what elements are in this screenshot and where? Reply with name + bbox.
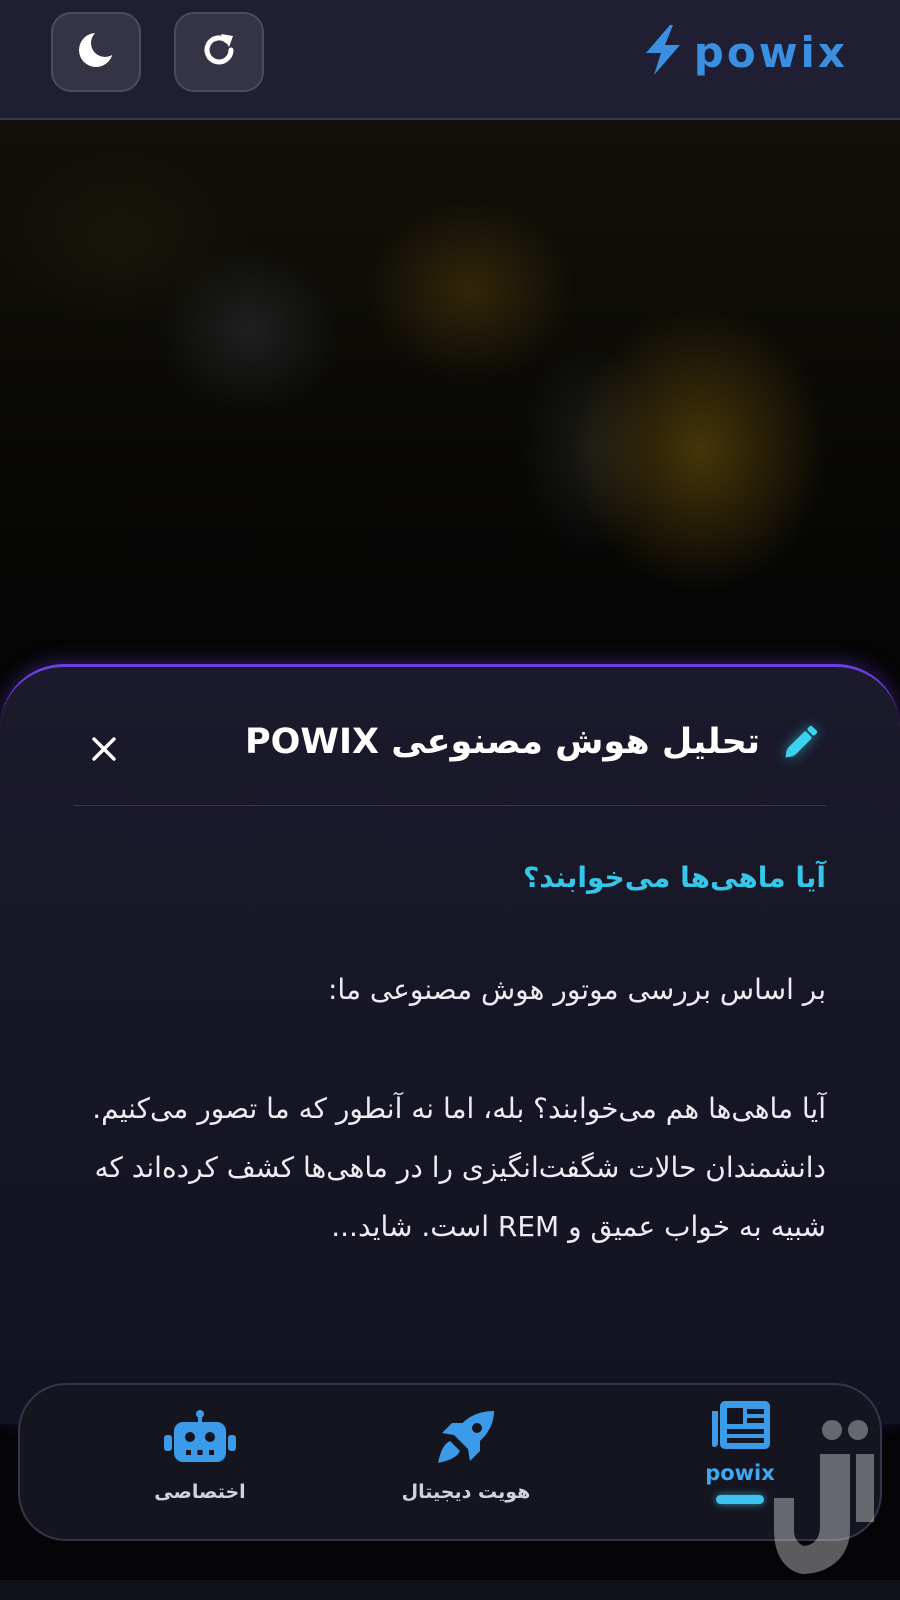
close-icon (89, 734, 119, 768)
question-heading: آیا ماهی‌ها می‌خوابند؟ (523, 861, 826, 894)
nav-label-digital-identity: هویت دیجیتال (401, 1481, 531, 1503)
pencil-icon (776, 717, 826, 767)
top-header: powix (0, 0, 900, 120)
bottom-navigation: اختصاصی هویت دیجیتال powix (18, 1383, 882, 1541)
brand-name: powix (693, 27, 848, 77)
intro-text: بر اساس بررسی موتور هوش مصنوعی ما: (327, 973, 826, 1006)
sheet-title: تحلیل هوش مصنوعی POWIX (245, 722, 760, 762)
ai-analysis-sheet: تحلیل هوش مصنوعی POWIX آیا ماهی‌ها می‌خو… (0, 664, 900, 1424)
theme-toggle-button[interactable] (51, 12, 141, 92)
nav-item-digital-identity[interactable]: هویت دیجیتال (366, 1385, 566, 1539)
answer-text: آیا ماهی‌ها هم می‌خوابند؟ بله، اما نه آن… (92, 1092, 826, 1243)
moon-icon (74, 28, 119, 76)
sheet-title-group: تحلیل هوش مصنوعی POWIX (245, 717, 826, 767)
app-screen: powix تحلیل هوش مصنوعی POWIX (0, 0, 900, 1600)
robot-icon (160, 1407, 240, 1467)
close-button[interactable] (84, 731, 124, 771)
background-image (0, 120, 900, 720)
lightning-bolt-icon (640, 23, 686, 81)
nav-label-powix: powix (705, 1461, 775, 1485)
store-watermark (772, 1418, 878, 1578)
sheet-body: آیا ماهی‌ها می‌خوابند؟ بر اساس بررسی موت… (74, 857, 826, 1256)
brand-logo: powix (640, 22, 848, 82)
refresh-button[interactable] (174, 12, 264, 92)
newspaper-icon (700, 1395, 780, 1455)
nav-item-custom[interactable]: اختصاصی (128, 1385, 272, 1539)
active-tab-indicator (716, 1495, 764, 1504)
refresh-icon (197, 28, 241, 76)
sheet-header: تحلیل هوش مصنوعی POWIX (74, 717, 826, 806)
system-bar (0, 1580, 900, 1600)
nav-label-custom: اختصاصی (154, 1481, 246, 1503)
rocket-icon (426, 1407, 506, 1467)
